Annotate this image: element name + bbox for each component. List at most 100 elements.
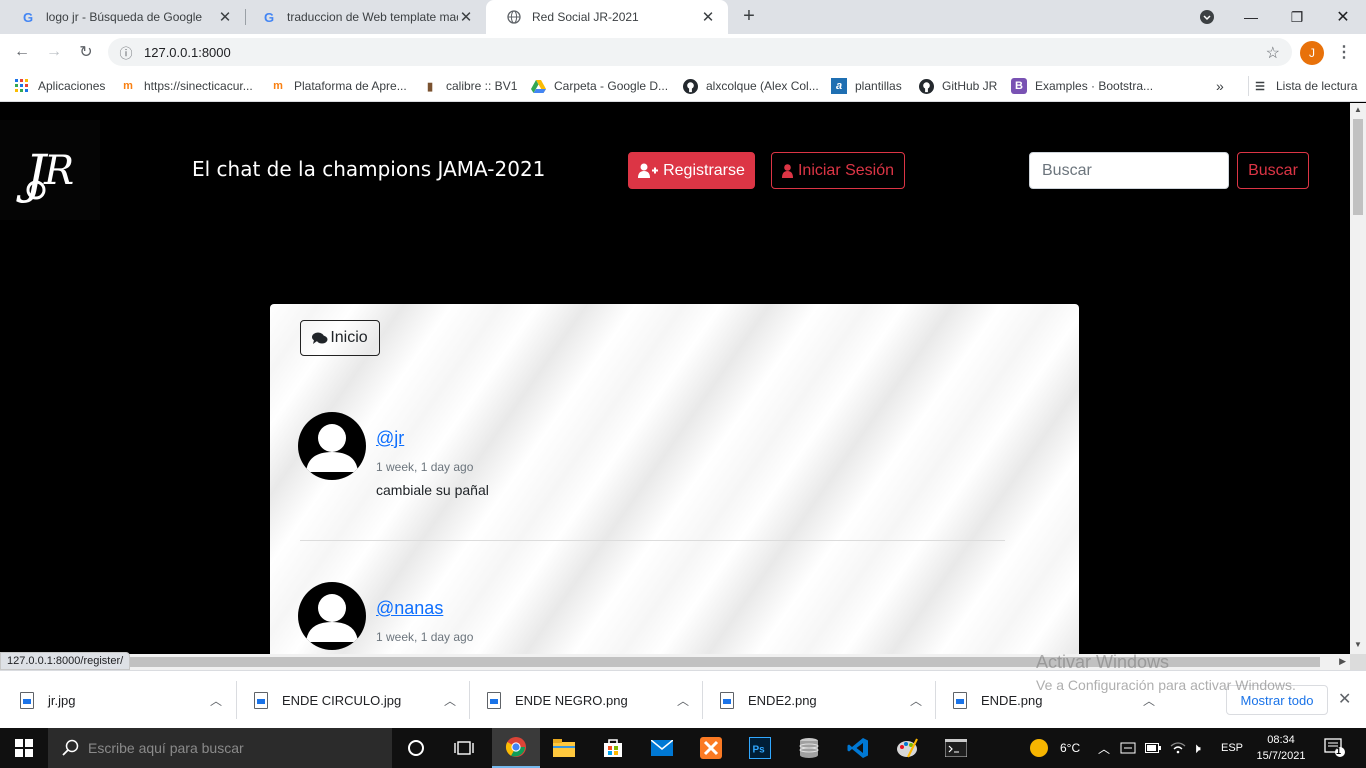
a-letter-icon: a xyxy=(831,78,847,94)
scroll-thumb[interactable] xyxy=(1353,119,1363,215)
database-icon[interactable] xyxy=(785,728,833,768)
login-label: Iniciar Sesión xyxy=(797,161,895,179)
bookmark-bootstrap-examples[interactable]: B Examples · Bootstra... xyxy=(1011,76,1153,96)
site-info-icon[interactable]: ⓘ xyxy=(108,43,144,62)
github-icon xyxy=(918,78,934,94)
bookmark-sinectica[interactable]: m https://sinecticacur... xyxy=(120,76,253,96)
mail-icon[interactable] xyxy=(638,728,686,768)
profile-avatar[interactable]: J xyxy=(1300,41,1324,65)
terminal-icon[interactable] xyxy=(932,728,980,768)
windows-start-icon[interactable] xyxy=(0,728,48,768)
search-icon xyxy=(62,739,80,760)
search-input[interactable] xyxy=(1029,152,1229,189)
photoshop-icon[interactable]: Ps xyxy=(736,728,784,768)
clock-time: 08:34 xyxy=(1267,734,1295,746)
scroll-down-icon[interactable]: ▼ xyxy=(1350,640,1366,654)
avatar[interactable] xyxy=(298,582,366,650)
battery-icon[interactable] xyxy=(1145,728,1161,768)
download-item[interactable]: jr.jpg ︿ xyxy=(0,671,233,729)
tab-red-social[interactable]: Red Social JR-2021 ✕ xyxy=(486,0,728,34)
bookmark-apps[interactable]: Aplicaciones xyxy=(14,76,105,96)
home-button[interactable]: Inicio xyxy=(300,320,380,356)
download-item[interactable]: ENDE2.png ︿ xyxy=(700,671,933,729)
calibre-icon: ▮ xyxy=(426,80,434,93)
post-author-link[interactable]: @jr xyxy=(376,428,404,449)
menu-icon[interactable]: ⋮ xyxy=(1336,42,1352,64)
back-button[interactable]: ← xyxy=(9,39,35,65)
scroll-right-icon[interactable]: ▶ xyxy=(1339,656,1346,667)
forward-button[interactable]: → xyxy=(41,39,67,65)
vertical-scrollbar[interactable]: ▲ ▼ xyxy=(1350,103,1366,654)
post-message: cambiale su pañal xyxy=(376,482,489,498)
post-author-link[interactable]: @nanas xyxy=(376,598,443,619)
reload-button[interactable]: ↻ xyxy=(73,39,99,65)
network-status-icon[interactable] xyxy=(1120,728,1136,768)
chrome-icon[interactable] xyxy=(492,728,540,768)
tab-search-icon[interactable] xyxy=(1184,0,1230,34)
chevron-up-icon[interactable]: ︿ xyxy=(666,692,700,709)
jr-logo-icon: J R xyxy=(16,145,74,205)
bookmark-star-icon[interactable]: ☆ xyxy=(1266,43,1280,63)
download-item[interactable]: ENDE CIRCULO.jpg ︿ xyxy=(234,671,467,729)
wifi-icon[interactable] xyxy=(1170,728,1186,768)
tab-translation[interactable]: G traduccion de Web template mad ✕ xyxy=(241,0,486,34)
chevron-up-icon[interactable]: ︿ xyxy=(1132,692,1166,709)
close-icon[interactable]: ✕ xyxy=(458,8,474,26)
bookmark-alxcolque[interactable]: alxcolque (Alex Col... xyxy=(682,76,819,96)
weather-widget[interactable]: 6°C xyxy=(1030,728,1080,768)
paint-icon[interactable] xyxy=(883,728,931,768)
image-file-icon xyxy=(953,691,967,709)
store-icon[interactable] xyxy=(589,728,637,768)
close-icon[interactable]: ✕ xyxy=(217,8,233,26)
chevron-up-icon[interactable]: ︿ xyxy=(199,692,233,709)
vscode-icon[interactable] xyxy=(834,728,882,768)
scroll-up-icon[interactable]: ▲ xyxy=(1350,105,1366,119)
site-title: El chat de la champions JAMA-2021 xyxy=(192,157,546,181)
download-item[interactable]: ENDE NEGRO.png ︿ xyxy=(467,671,700,729)
input-language[interactable]: ESP xyxy=(1221,728,1243,768)
bookmark-plataforma[interactable]: m Plataforma de Apre... xyxy=(270,76,407,96)
more-bookmarks-icon[interactable]: » xyxy=(1216,76,1224,96)
reading-list[interactable]: ☰ Lista de lectura xyxy=(1248,76,1357,96)
bookmark-label: alxcolque (Alex Col... xyxy=(706,79,819,93)
bookmark-label: Aplicaciones xyxy=(38,79,106,93)
login-button[interactable]: Iniciar Sesión xyxy=(771,152,905,189)
chevron-up-icon[interactable]: ︿ xyxy=(899,692,933,709)
restore-button[interactable]: ❐ xyxy=(1274,0,1320,34)
clock-date: 15/7/2021 xyxy=(1256,750,1306,762)
tab-google-search[interactable]: G logo jr - Búsqueda de Google ✕ xyxy=(0,0,245,34)
bookmark-github-jr[interactable]: GitHub JR xyxy=(918,76,997,96)
site-logo[interactable]: J R xyxy=(0,120,100,220)
cortana-icon[interactable] xyxy=(392,728,440,768)
register-button[interactable]: Registrarse xyxy=(628,152,755,189)
bookmark-plantillas[interactable]: a plantillas xyxy=(831,76,902,96)
bookmark-calibre[interactable]: ▮ calibre :: BV1 xyxy=(422,76,517,96)
close-icon[interactable]: ✕ xyxy=(1338,689,1351,709)
url-text: 127.0.0.1:8000 xyxy=(144,44,231,60)
image-file-icon xyxy=(487,691,501,709)
bookmark-google-drive[interactable]: Carpeta - Google D... xyxy=(530,76,668,96)
reading-list-label: Lista de lectura xyxy=(1276,79,1358,93)
google-icon: G xyxy=(22,9,34,25)
file-explorer-icon[interactable] xyxy=(540,728,588,768)
user-icon xyxy=(781,163,793,178)
close-window-button[interactable]: ✕ xyxy=(1320,0,1366,34)
chevron-up-icon[interactable]: ︿ xyxy=(433,692,467,709)
xampp-icon[interactable] xyxy=(687,728,735,768)
taskbar-search-box[interactable]: Escribe aquí para buscar xyxy=(48,728,392,768)
notifications-icon[interactable]: 1 xyxy=(1324,728,1346,768)
link-status-bar: 127.0.0.1:8000/register/ xyxy=(0,652,131,670)
download-filename: ENDE NEGRO.png xyxy=(515,692,628,708)
default-user-icon xyxy=(306,424,358,472)
svg-text:R: R xyxy=(43,148,74,194)
address-bar[interactable]: ⓘ 127.0.0.1:8000 ☆ xyxy=(108,38,1292,66)
new-tab-button[interactable]: + xyxy=(738,5,760,27)
task-view-icon[interactable] xyxy=(440,728,488,768)
volume-icon[interactable]: 🕨 xyxy=(1192,728,1201,768)
minimize-button[interactable]: — xyxy=(1228,0,1274,34)
avatar[interactable] xyxy=(298,412,366,480)
show-hidden-icons[interactable]: ︿ xyxy=(1098,728,1110,768)
system-clock[interactable]: 08:34 15/7/2021 xyxy=(1256,732,1306,764)
close-icon[interactable]: ✕ xyxy=(700,8,716,26)
search-button[interactable]: Buscar xyxy=(1237,152,1309,189)
